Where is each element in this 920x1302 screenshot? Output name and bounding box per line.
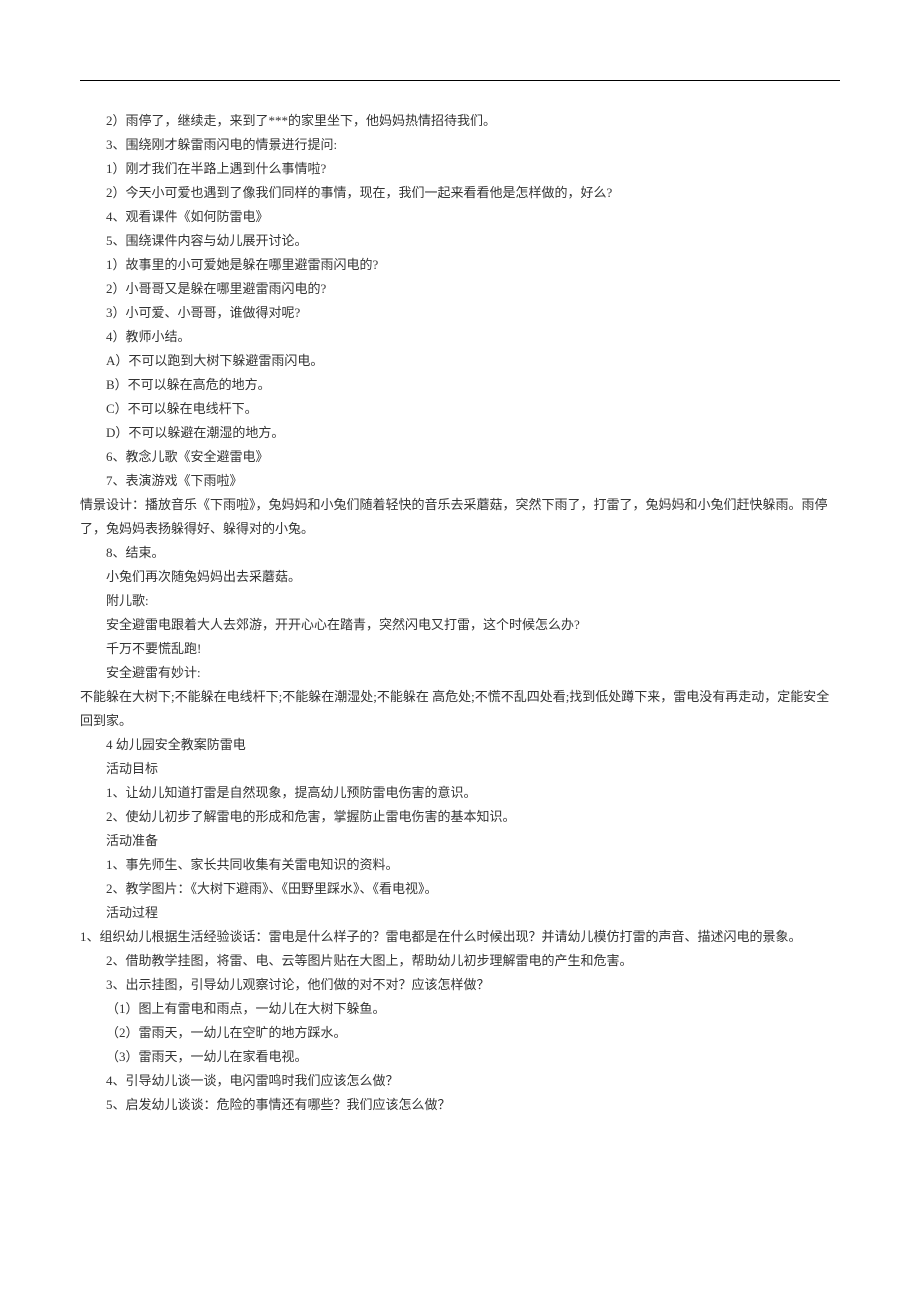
text-line: 活动目标 bbox=[80, 757, 840, 781]
text-line: 情景设计：播放音乐《下雨啦》，兔妈妈和小兔们随着轻快的音乐去采蘑菇，突然下雨了，… bbox=[80, 493, 840, 541]
text-line: 1、事先师生、家长共同收集有关雷电知识的资料。 bbox=[80, 853, 840, 877]
text-line: 1、让幼儿知道打雷是自然现象，提高幼儿预防雷电伤害的意识。 bbox=[80, 781, 840, 805]
text-line: 1）刚才我们在半路上遇到什么事情啦? bbox=[80, 157, 840, 181]
text-line: 千万不要慌乱跑! bbox=[80, 637, 840, 661]
text-line: （3）雷雨天，一幼儿在家看电视。 bbox=[80, 1045, 840, 1069]
document-body: 2）雨停了，继续走，来到了***的家里坐下，他妈妈热情招待我们。3、围绕刚才躲雷… bbox=[80, 109, 840, 1117]
text-line: 活动过程 bbox=[80, 901, 840, 925]
text-line: 4 幼儿园安全教案防雷电 bbox=[80, 733, 840, 757]
text-line: 安全避雷有妙计: bbox=[80, 661, 840, 685]
text-line: 不能躲在大树下;不能躲在电线杆下;不能躲在潮湿处;不能躲在 高危处;不慌不乱四处… bbox=[80, 685, 840, 733]
text-line: 2）雨停了，继续走，来到了***的家里坐下，他妈妈热情招待我们。 bbox=[80, 109, 840, 133]
text-line: 4）教师小结。 bbox=[80, 325, 840, 349]
text-line: 1、组织幼儿根据生活经验谈话：雷电是什么样子的？雷电都是在什么时候出现？并请幼儿… bbox=[80, 925, 840, 949]
text-line: 2、使幼儿初步了解雷电的形成和危害，掌握防止雷电伤害的基本知识。 bbox=[80, 805, 840, 829]
text-line: 2）今天小可爱也遇到了像我们同样的事情，现在，我们一起来看看他是怎样做的，好么? bbox=[80, 181, 840, 205]
text-line: 2、教学图片：《大树下避雨》、《田野里踩水》、《看电视》。 bbox=[80, 877, 840, 901]
text-line: D）不可以躲避在潮湿的地方。 bbox=[80, 421, 840, 445]
text-line: 7、表演游戏《下雨啦》 bbox=[80, 469, 840, 493]
text-line: 4、观看课件《如何防雷电》 bbox=[80, 205, 840, 229]
text-line: 6、教念儿歌《安全避雷电》 bbox=[80, 445, 840, 469]
top-divider bbox=[80, 80, 840, 81]
text-line: 活动准备 bbox=[80, 829, 840, 853]
text-line: A）不可以跑到大树下躲避雷雨闪电。 bbox=[80, 349, 840, 373]
text-line: 4、引导幼儿谈一谈，电闪雷鸣时我们应该怎么做？ bbox=[80, 1069, 840, 1093]
text-line: 安全避雷电跟着大人去郊游，开开心心在踏青，突然闪电又打雷，这个时候怎么办? bbox=[80, 613, 840, 637]
text-line: （2）雷雨天，一幼儿在空旷的地方踩水。 bbox=[80, 1021, 840, 1045]
text-line: 3、出示挂图，引导幼儿观察讨论，他们做的对不对？应该怎样做？ bbox=[80, 973, 840, 997]
text-line: C）不可以躲在电线杆下。 bbox=[80, 397, 840, 421]
document-page: 2）雨停了，继续走，来到了***的家里坐下，他妈妈热情招待我们。3、围绕刚才躲雷… bbox=[0, 0, 920, 1177]
text-line: B）不可以躲在高危的地方。 bbox=[80, 373, 840, 397]
text-line: 5、启发幼儿谈谈：危险的事情还有哪些？我们应该怎么做？ bbox=[80, 1093, 840, 1117]
text-line: 附儿歌: bbox=[80, 589, 840, 613]
text-line: 2）小哥哥又是躲在哪里避雷雨闪电的? bbox=[80, 277, 840, 301]
text-line: 5、围绕课件内容与幼儿展开讨论。 bbox=[80, 229, 840, 253]
text-line: 2、借助教学挂图，将雷、电、云等图片贴在大图上，帮助幼儿初步理解雷电的产生和危害… bbox=[80, 949, 840, 973]
text-line: 3）小可爱、小哥哥，谁做得对呢? bbox=[80, 301, 840, 325]
text-line: （1）图上有雷电和雨点，一幼儿在大树下躲鱼。 bbox=[80, 997, 840, 1021]
text-line: 8、结束。 bbox=[80, 541, 840, 565]
text-line: 小兔们再次随兔妈妈出去采蘑菇。 bbox=[80, 565, 840, 589]
text-line: 3、围绕刚才躲雷雨闪电的情景进行提问: bbox=[80, 133, 840, 157]
text-line: 1）故事里的小可爱她是躲在哪里避雷雨闪电的? bbox=[80, 253, 840, 277]
